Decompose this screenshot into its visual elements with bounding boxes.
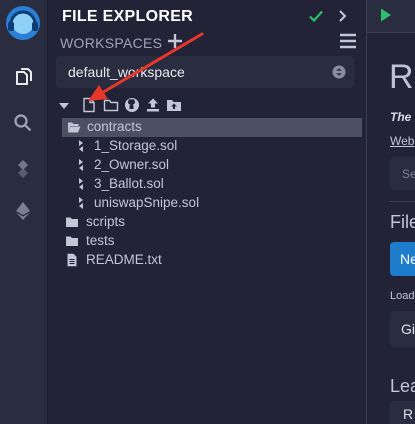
tree-label: README.txt (86, 252, 162, 267)
tree-folder-contracts[interactable]: contracts (62, 118, 362, 137)
tree-label: contracts (87, 119, 142, 134)
home-load-label: Load (390, 290, 415, 302)
home-gist-label: Gi (401, 321, 415, 337)
home-search-input[interactable]: Se (390, 157, 415, 190)
solidity-file-icon (79, 197, 83, 209)
file-toolbar (56, 97, 196, 115)
workspace-select-value: default_workspace (68, 64, 185, 80)
new-folder-icon[interactable] (103, 97, 119, 113)
hamburger-menu-icon[interactable] (338, 32, 358, 50)
solidity-file-icon (79, 140, 83, 152)
tree-label: scripts (86, 214, 126, 229)
add-workspace-icon[interactable] (166, 31, 184, 51)
home-new-file-label: Ne (400, 251, 415, 267)
home-learn-heading: Lea (390, 376, 415, 396)
solidity-compiler-icon[interactable] (8, 154, 38, 184)
folder-open-icon (68, 122, 81, 133)
panel-title: FILE EXPLORER (62, 8, 194, 25)
chevron-right-icon[interactable] (336, 8, 350, 24)
play-icon[interactable] (379, 7, 393, 23)
solidity-file-icon (79, 159, 83, 171)
file-explorer-panel: FILE EXPLORER WORKSPACES default_workspa… (48, 0, 366, 424)
home-files-heading: File (390, 212, 415, 232)
file-explorer-icon[interactable] (8, 62, 38, 92)
tree-label: 3_Ballot.sol (94, 176, 164, 191)
solidity-file-icon (79, 178, 83, 190)
folder-icon (66, 236, 78, 246)
home-divider (389, 201, 415, 202)
home-tagline: The (390, 110, 412, 124)
check-icon (309, 10, 323, 23)
home-search-placeholder: Se (402, 167, 415, 181)
remix-logo-icon[interactable] (3, 3, 43, 43)
tree-label: 2_Owner.sol (94, 157, 170, 172)
github-icon[interactable] (124, 97, 140, 113)
new-file-icon[interactable] (81, 97, 97, 113)
home-learn-button[interactable]: R (390, 401, 415, 424)
upload-folder-icon[interactable] (166, 97, 182, 113)
workspaces-label: WORKSPACES (60, 35, 163, 51)
home-tab: Re The Web Se File Ne Load Gi Lea R (367, 0, 415, 424)
editor-topbar (367, 0, 415, 33)
collapse-caret-icon[interactable] (56, 97, 72, 113)
text-file-icon (67, 253, 77, 267)
tree-label: 1_Storage.sol (94, 138, 178, 153)
home-title: Re (389, 58, 415, 96)
home-learn-button-label: R (403, 406, 414, 422)
workspace-select[interactable]: default_workspace (56, 56, 354, 88)
home-gist-button[interactable]: Gi (390, 311, 415, 347)
folder-icon (66, 217, 78, 227)
tree-label: tests (86, 233, 115, 248)
deploy-run-icon[interactable] (8, 196, 38, 226)
upload-icon[interactable] (145, 97, 161, 113)
select-caret-icon (332, 65, 346, 79)
home-website-link[interactable]: Web (390, 134, 414, 148)
tree-label: uniswapSnipe.sol (94, 195, 200, 210)
search-icon[interactable] (8, 108, 38, 138)
icon-rail (0, 0, 48, 424)
home-new-file-button[interactable]: Ne (390, 242, 415, 276)
